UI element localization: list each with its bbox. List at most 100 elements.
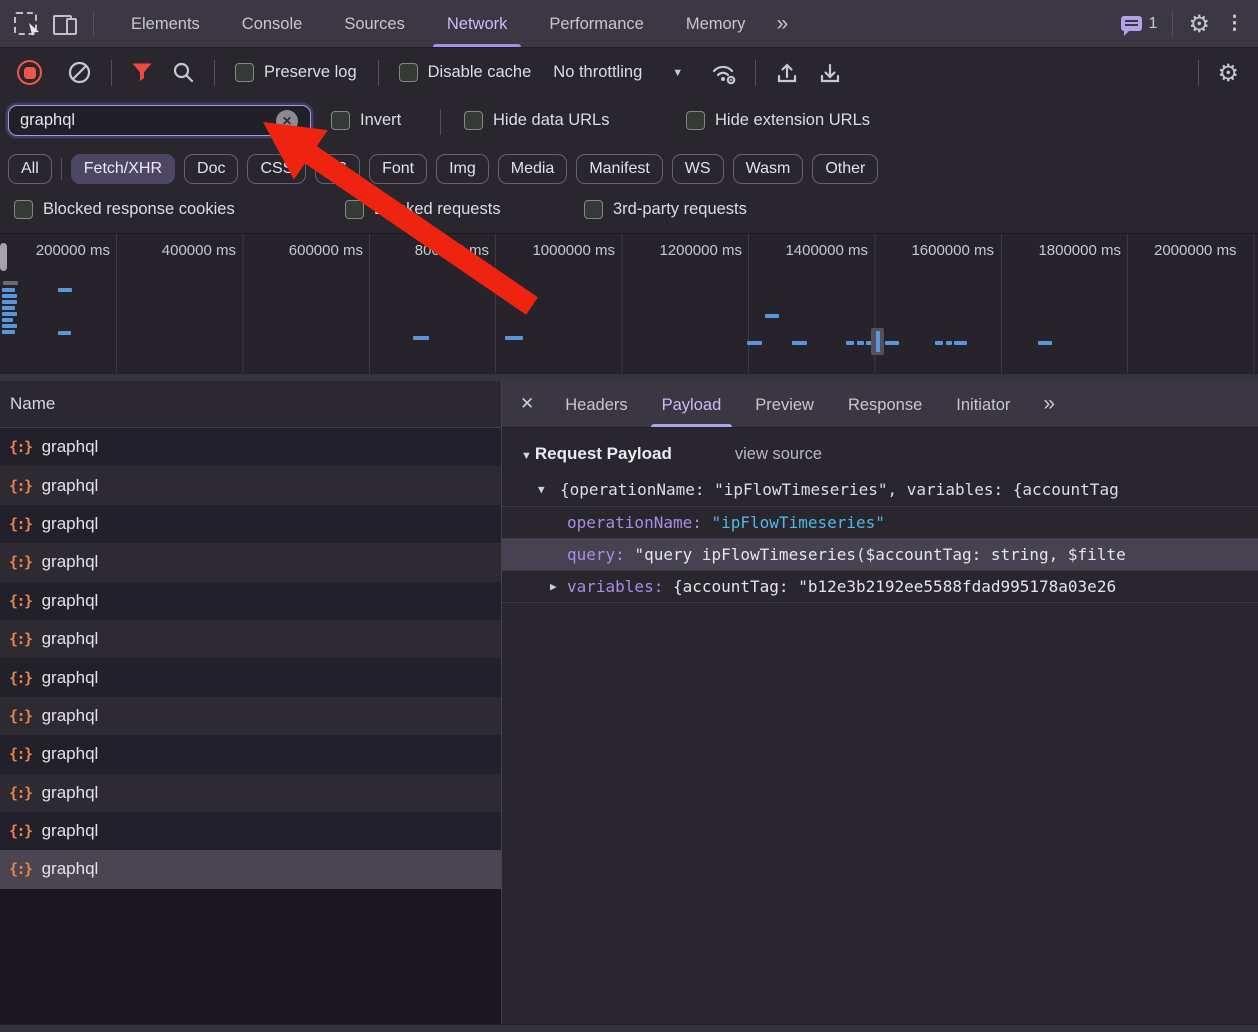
table-row[interactable]: {:}graphql [0,735,501,773]
request-timing-bar [58,331,71,335]
payload-row-operationname[interactable]: operationName: "ipFlowTimeseries" [502,506,1258,538]
network-toolbar: Preserve log Disable cache No throttling… [0,48,1258,97]
third-party-requests-checkbox[interactable] [584,200,603,219]
chip-manifest[interactable]: Manifest [576,154,662,184]
chip-media[interactable]: Media [498,154,568,184]
tab-initiator[interactable]: Initiator [939,381,1027,427]
table-row[interactable]: {:}graphql [0,620,501,658]
tab-headers[interactable]: Headers [548,381,644,427]
throttling-select[interactable]: No throttling ▼ [553,63,683,82]
settings-gear-icon[interactable]: ⚙ [1188,10,1210,38]
table-row[interactable]: {:}graphql [0,543,501,581]
request-timing-bar [2,288,15,292]
close-icon[interactable]: ✕ [502,394,548,414]
search-icon[interactable] [172,61,195,84]
filter-input[interactable] [8,105,311,136]
chip-js[interactable]: JS [315,154,360,184]
record-network-log-icon[interactable] [17,60,42,85]
table-row[interactable]: {:}graphql [0,428,501,466]
fetch-xhr-icon: {:} [9,822,32,840]
more-options-icon[interactable]: ⋮ [1225,12,1244,35]
hide-extension-urls-checkbox[interactable] [686,111,705,130]
chip-fetch-xhr[interactable]: Fetch/XHR [71,154,175,184]
tab-preview[interactable]: Preview [738,381,831,427]
chip-doc[interactable]: Doc [184,154,238,184]
preserve-log-checkbox[interactable] [235,63,254,82]
divider [61,158,62,180]
blocked-requests-checkbox[interactable] [345,200,364,219]
hide-extension-urls-label: Hide extension URLs [715,111,870,130]
request-timing-bar [2,324,17,328]
collapse-triangle-icon[interactable]: ▼ [538,474,545,506]
table-row[interactable]: {:}graphql [0,697,501,735]
tab-elements[interactable]: Elements [110,0,221,47]
table-row[interactable]: {:}graphql [0,505,501,543]
clear-filter-icon[interactable]: ✕ [276,110,298,132]
network-settings-gear-icon[interactable]: ⚙ [1217,59,1239,87]
chip-ws[interactable]: WS [672,154,724,184]
timeline-tick: 1200000 ms [622,242,742,259]
chip-wasm[interactable]: Wasm [733,154,804,184]
expand-triangle-icon[interactable]: ▶ [550,571,557,602]
invert-checkbox[interactable] [331,111,350,130]
chip-other[interactable]: Other [812,154,878,184]
tab-payload[interactable]: Payload [645,381,739,427]
payload-row-variables[interactable]: ▶ variables: {accountTag: "b12e3b2192ee5… [502,570,1258,603]
inspect-element-icon[interactable] [14,12,37,35]
divider [111,60,112,86]
table-row[interactable]: {:}graphql [0,466,501,504]
payload-summary-row[interactable]: ▼ {operationName: "ipFlowTimeseries", va… [502,474,1258,506]
divider [93,11,94,37]
more-detail-tabs-icon[interactable]: » [1033,392,1063,416]
request-timing-bar [2,294,17,298]
table-row[interactable]: {:}graphql [0,582,501,620]
table-row[interactable]: {:}graphql [0,774,501,812]
tab-performance[interactable]: Performance [528,0,664,47]
table-row[interactable]: {:}graphql [0,812,501,850]
request-table: Name {:}graphql {:}graphql {:}graphql {:… [0,381,501,1025]
network-overview-timeline[interactable]: 200000 ms 400000 ms 600000 ms 800000 ms … [0,233,1258,382]
view-source-link[interactable]: view source [735,445,822,464]
disable-cache-label: Disable cache [428,63,532,82]
device-toolbar-icon[interactable] [53,14,77,34]
payload-row-query[interactable]: query: "query ipFlowTimeseries($accountT… [502,538,1258,570]
tab-network[interactable]: Network [426,0,529,47]
clear-network-log-icon[interactable] [68,61,91,84]
bottom-scrollbar-track[interactable] [0,1024,1258,1032]
request-timing-bar [935,341,943,345]
chip-img[interactable]: Img [436,154,489,184]
chip-font[interactable]: Font [369,154,427,184]
name-column-header[interactable]: Name [0,381,501,428]
request-timing-bar [846,341,854,345]
chip-all[interactable]: All [8,154,52,184]
network-conditions-icon[interactable] [709,61,739,85]
chip-css[interactable]: CSS [247,154,306,184]
import-har-icon[interactable] [775,61,799,85]
tab-memory[interactable]: Memory [665,0,767,47]
fetch-xhr-icon: {:} [9,745,32,763]
request-timing-bar [3,281,18,285]
request-timing-bar [946,341,952,345]
fetch-xhr-icon: {:} [9,707,32,725]
request-timing-bar [2,330,15,334]
issues-icon[interactable] [1121,16,1142,31]
request-detail-panel: ✕ Headers Payload Preview Response Initi… [502,381,1258,1025]
hide-data-urls-checkbox[interactable] [464,111,483,130]
blocked-response-cookies-checkbox[interactable] [14,200,33,219]
tab-console[interactable]: Console [221,0,324,47]
blocked-requests-label: Blocked requests [374,200,501,219]
request-timing-bar [413,336,429,340]
table-row[interactable]: {:}graphql [0,658,501,696]
table-row-selected[interactable]: {:}graphql [0,850,501,888]
resource-type-filters: All Fetch/XHR Doc CSS JS Font Img Media … [0,147,1258,190]
fetch-xhr-icon: {:} [9,784,32,802]
disable-cache-checkbox[interactable] [399,63,418,82]
collapse-triangle-icon[interactable]: ▼ [521,450,532,462]
tab-response[interactable]: Response [831,381,939,427]
more-tabs-icon[interactable]: » [766,12,796,36]
panel-resize-handle[interactable] [501,381,502,1025]
fetch-xhr-icon: {:} [9,515,32,533]
tab-sources[interactable]: Sources [323,0,426,47]
export-har-icon[interactable] [818,61,842,85]
filter-icon[interactable] [131,62,153,83]
